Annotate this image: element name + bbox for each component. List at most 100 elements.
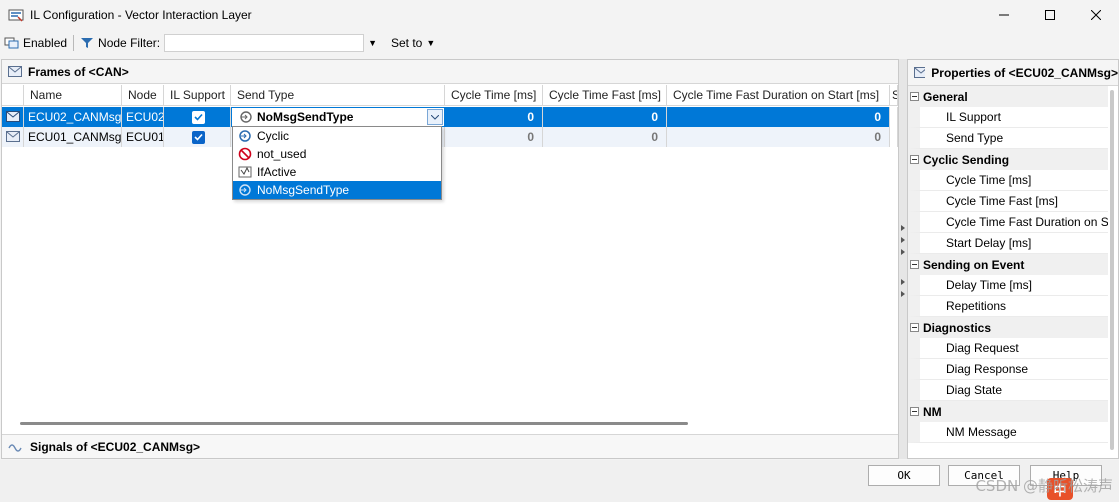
cell-il-support[interactable] xyxy=(164,127,231,147)
cell-cycle-time-fast-duration[interactable]: 0 xyxy=(667,127,890,147)
category-cyclic-sending[interactable]: Cyclic Sending xyxy=(908,149,1108,170)
cell-node[interactable]: ECU01 xyxy=(122,127,164,147)
category-nm[interactable]: NM xyxy=(908,401,1108,422)
cell-cycle-time-fast-duration[interactable]: 0 xyxy=(667,107,890,127)
il-support-checkbox[interactable] xyxy=(192,110,205,124)
message-icon xyxy=(6,111,20,122)
property-item[interactable]: Send Type xyxy=(908,128,1108,149)
checkmark-icon xyxy=(194,133,203,141)
dropdown-option-no-msg-send-type[interactable]: NoMsgSendType xyxy=(233,181,441,199)
signals-panel-header[interactable]: Signals of <ECU02_CANMsg> xyxy=(2,434,898,458)
node-filter: Node Filter: ▼ xyxy=(76,32,381,54)
vertical-scrollbar[interactable] xyxy=(1110,90,1114,450)
column-header-il-support[interactable]: IL Support xyxy=(164,85,231,106)
frames-panel-header: Frames of <CAN> xyxy=(2,60,898,84)
maximize-button[interactable] xyxy=(1027,0,1073,30)
enabled-label: Enabled xyxy=(23,36,68,50)
property-item[interactable]: Diag State xyxy=(908,380,1108,401)
il-support-checkbox[interactable] xyxy=(192,130,205,144)
dropdown-option-label: not_used xyxy=(257,147,307,161)
send-type-dropdown-button[interactable] xyxy=(427,109,443,125)
dropdown-option-if-active[interactable]: IfActive xyxy=(233,163,441,181)
column-header-node[interactable]: Node xyxy=(122,85,164,106)
enabled-icon xyxy=(4,37,19,49)
no-msg-send-type-icon xyxy=(239,184,251,196)
column-header-truncated[interactable]: S xyxy=(890,85,898,106)
cell-truncated xyxy=(890,107,898,127)
property-item[interactable]: Cycle Time Fast [ms] xyxy=(908,191,1108,212)
cell-il-support[interactable] xyxy=(164,107,231,127)
row-frame-icon xyxy=(2,127,24,147)
app-icon xyxy=(8,9,24,22)
dropdown-option-label: NoMsgSendType xyxy=(257,183,350,197)
property-item[interactable]: Diag Request xyxy=(908,338,1108,359)
send-type-combobox[interactable]: NoMsgSendType xyxy=(231,107,445,127)
property-item[interactable]: Cycle Time Fast Duration on S xyxy=(908,212,1108,233)
frames-panel: Frames of <CAN> Name Node IL Support Sen… xyxy=(1,59,899,459)
property-item[interactable]: Cycle Time [ms] xyxy=(908,170,1108,191)
column-header-cycle-time-fast[interactable]: Cycle Time Fast [ms] xyxy=(543,85,667,106)
category-label: General xyxy=(923,89,968,104)
properties-panel: Properties of <ECU02_CANMsg> General IL … xyxy=(907,59,1119,459)
cell-cycle-time-fast[interactable]: 0 xyxy=(543,127,667,147)
enabled-toggle[interactable]: Enabled xyxy=(0,32,71,54)
collapse-icon[interactable] xyxy=(910,323,919,332)
dialog-button-bar: OK Cancel Help xyxy=(0,460,1119,502)
collapse-icon[interactable] xyxy=(910,155,919,164)
dropdown-option-not-used[interactable]: not_used xyxy=(233,145,441,163)
dropdown-option-cyclic[interactable]: Cyclic xyxy=(233,127,441,145)
cell-cycle-time[interactable]: 0 xyxy=(445,127,543,147)
collapse-icon[interactable] xyxy=(910,260,919,269)
ok-button[interactable]: OK xyxy=(868,465,940,486)
property-item[interactable]: Diag Response xyxy=(908,359,1108,380)
minimize-icon xyxy=(999,14,1009,16)
property-item[interactable]: IL Support xyxy=(908,107,1108,128)
node-filter-label: Node Filter: xyxy=(98,36,161,50)
node-filter-dropdown-arrow[interactable]: ▼ xyxy=(368,38,377,48)
frames-grid-header: Name Node IL Support Send Type Cycle Tim… xyxy=(2,85,898,106)
il-configuration-window: IL Configuration - Vector Interaction La… xyxy=(0,0,1119,502)
send-type-dropdown-list: Cyclic not_used IfActive NoMsgSendType xyxy=(232,126,442,200)
maximize-icon xyxy=(1045,10,1055,20)
send-type-value: NoMsgSendType xyxy=(257,110,354,124)
property-grid: General IL Support Send Type Cyclic Send… xyxy=(908,86,1108,443)
column-header-send-type[interactable]: Send Type xyxy=(231,85,445,106)
minimize-button[interactable] xyxy=(981,0,1027,30)
node-filter-input[interactable] xyxy=(164,34,365,52)
category-sending-on-event[interactable]: Sending on Event xyxy=(908,254,1108,275)
property-item[interactable]: NM Message xyxy=(908,422,1108,443)
category-label: NM xyxy=(923,404,942,419)
property-item[interactable]: Delay Time [ms] xyxy=(908,275,1108,296)
set-to-menu[interactable]: Set to ▼ xyxy=(387,32,439,54)
property-item[interactable]: Start Delay [ms] xyxy=(908,233,1108,254)
column-header-name[interactable]: Name xyxy=(24,85,122,106)
collapse-icon[interactable] xyxy=(910,92,919,101)
property-item[interactable]: Repetitions xyxy=(908,296,1108,317)
column-header-cycle-time[interactable]: Cycle Time [ms] xyxy=(445,85,543,106)
column-header-cycle-time-fast-duration[interactable]: Cycle Time Fast Duration on Start [ms] xyxy=(667,85,890,106)
horizontal-scrollbar[interactable] xyxy=(20,422,688,425)
dropdown-option-label: Cyclic xyxy=(257,129,289,143)
row-frame-icon xyxy=(2,107,24,127)
cell-name[interactable]: ECU01_CANMsg xyxy=(24,127,122,147)
close-icon xyxy=(1091,10,1101,20)
cell-cycle-time[interactable]: 0 xyxy=(445,107,543,127)
category-diagnostics[interactable]: Diagnostics xyxy=(908,317,1108,338)
splitter-arrows-icon xyxy=(901,225,905,297)
table-row[interactable]: ECU02_CANMsg ECU02 NoMsgSendType 0 0 0 xyxy=(2,107,898,127)
no-msg-send-type-icon xyxy=(240,111,252,123)
signals-panel-title: Signals of <ECU02_CANMsg> xyxy=(30,439,201,454)
category-general[interactable]: General xyxy=(908,86,1108,107)
close-button[interactable] xyxy=(1073,0,1119,30)
panel-splitter[interactable] xyxy=(899,59,907,459)
cell-cycle-time-fast[interactable]: 0 xyxy=(543,107,667,127)
toolbar: Enabled Node Filter: ▼ Set to ▼ xyxy=(0,30,1119,56)
window-title: IL Configuration - Vector Interaction La… xyxy=(30,8,252,22)
toolbar-separator xyxy=(73,35,75,51)
table-row[interactable]: ECU01_CANMsg ECU01 0 0 0 xyxy=(2,127,898,147)
category-label: Diagnostics xyxy=(923,320,992,335)
collapse-icon[interactable] xyxy=(910,407,919,416)
cell-name[interactable]: ECU02_CANMsg xyxy=(24,107,122,127)
cell-node[interactable]: ECU02 xyxy=(122,107,164,127)
frames-panel-title: Frames of <CAN> xyxy=(28,64,129,79)
